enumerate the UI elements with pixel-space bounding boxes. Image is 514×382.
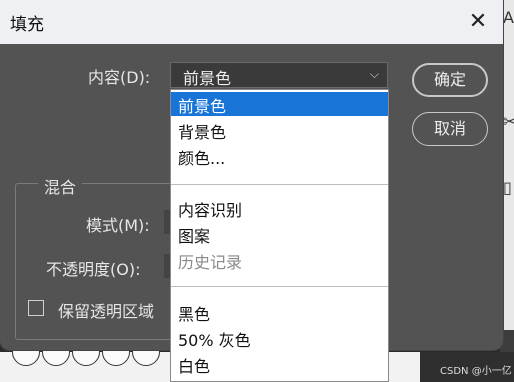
dialog-titlebar: 填充 ✕ (0, 0, 503, 44)
mode-label: 模式(M): (86, 216, 150, 235)
dropdown-item-gray[interactable]: 50% 灰色 (171, 326, 388, 350)
dropdown-item-background[interactable]: 背景色 (171, 118, 388, 142)
dropdown-item-pattern[interactable]: 图案 (171, 222, 388, 246)
content-dropdown-list: 前景色 背景色 颜色... 内容识别 图案 历史记录 黑色 50% 灰色 白色 (170, 89, 389, 382)
dialog-title: 填充 (10, 15, 44, 35)
dropdown-item-foreground[interactable]: 前景色 (171, 92, 388, 116)
dropdown-item-color[interactable]: 颜色... (171, 144, 388, 168)
watermark-text: CSDN @小一亿 (440, 366, 512, 377)
preserve-transparency-label: 保留透明区域 (58, 302, 155, 321)
dropdown-item-black[interactable]: 黑色 (171, 300, 388, 324)
dropdown-item-history: 历史记录 (178, 253, 243, 272)
ok-button[interactable]: 确定 (412, 63, 488, 97)
dropdown-separator (171, 184, 388, 185)
background-doc-icon: ▯ (503, 178, 512, 197)
opacity-label: 不透明度(O): (46, 260, 141, 279)
content-select-value: 前景色 (183, 69, 232, 88)
background-tool-icon: ✂ (503, 112, 514, 131)
chevron-down-icon: ⌵ (369, 67, 379, 81)
preserve-transparency-checkbox[interactable] (28, 300, 44, 316)
close-icon[interactable]: ✕ (462, 6, 494, 38)
background-text-icon: A (503, 8, 514, 27)
cancel-button[interactable]: 取消 (412, 112, 488, 146)
content-label: 内容(D): (88, 68, 151, 87)
dropdown-item-content-aware[interactable]: 内容识别 (171, 196, 388, 220)
dropdown-separator (171, 286, 388, 287)
dropdown-item-white[interactable]: 白色 (171, 352, 388, 376)
content-select[interactable]: 前景色 ⌵ (170, 62, 388, 88)
blend-group-title: 混合 (38, 174, 83, 198)
